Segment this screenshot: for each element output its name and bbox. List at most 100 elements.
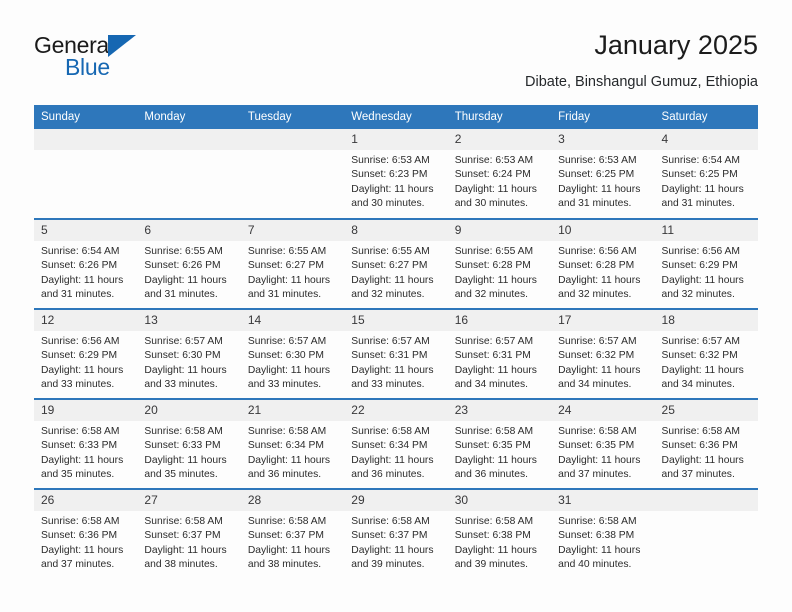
- day-details: Sunrise: 6:55 AM Sunset: 6:27 PM Daylight:…: [241, 241, 344, 302]
- calendar-day-cell[interactable]: 6 Sunrise: 6:55 AM Sunset: 6:26 PM Daylight…: [137, 218, 241, 309]
- calendar-day-cell[interactable]: 3 Sunrise: 6:53 AM Sunset: 6:25 PM Daylight…: [551, 129, 655, 219]
- calendar-day-cell[interactable]: 1 Sunrise: 6:53 AM Sunset: 6:23 PM Daylight…: [344, 129, 448, 219]
- calendar-day-cell[interactable]: 9 Sunrise: 6:55 AM Sunset: 6:28 PM Daylight…: [447, 218, 552, 309]
- day-number: 28: [240, 490, 345, 511]
- day-details: Sunrise: 6:58 AM Sunset: 6:38 PM Daylight:…: [551, 511, 654, 572]
- calendar-day-cell[interactable]: 10 Sunrise: 6:56 AM Sunset: 6:28 PM Dayligh…: [551, 218, 655, 309]
- calendar-day-cell[interactable]: 8 Sunrise: 6:55 AM Sunset: 6:27 PM Daylight…: [344, 218, 448, 309]
- sunset-text: Sunset: 6:36 PM: [661, 440, 738, 452]
- day-number: 10: [551, 220, 655, 241]
- calendar-day-cell[interactable]: 13 Sunrise: 6:57 AM Sunset: 6:30 PM Dayligh…: [137, 308, 241, 399]
- sunset-text: Sunset: 6:26 PM: [144, 260, 221, 272]
- daylight-text: Daylight: 11 hours and 34 minutes.: [558, 364, 641, 390]
- calendar-day-cell[interactable]: 24 Sunrise: 6:58 AM Sunset: 6:35 PM Dayligh…: [551, 398, 655, 489]
- sunset-text: Sunset: 6:25 PM: [558, 169, 635, 181]
- day-details: Sunrise: 6:58 AM Sunset: 6:36 PM Daylight:…: [34, 511, 137, 572]
- calendar-day-cell[interactable]: 7 Sunrise: 6:55 AM Sunset: 6:27 PM Daylight…: [240, 218, 345, 309]
- day-number: 7: [240, 220, 345, 241]
- day-details: Sunrise: 6:57 AM Sunset: 6:30 PM Daylight:…: [137, 331, 240, 392]
- calendar-day-cell-empty: [34, 129, 138, 219]
- daylight-text: Daylight: 11 hours and 31 minutes.: [144, 274, 227, 300]
- sunset-text: Sunset: 6:26 PM: [41, 260, 118, 272]
- calendar-day-cell[interactable]: 18 Sunrise: 6:57 AM Sunset: 6:32 PM Dayligh…: [654, 308, 758, 399]
- calendar-day-cell[interactable]: 5 Sunrise: 6:54 AM Sunset: 6:26 PM Daylight…: [34, 218, 138, 309]
- daylight-text: Daylight: 11 hours and 32 minutes.: [454, 274, 537, 300]
- sunrise-text: Sunrise: 6:55 AM: [144, 246, 223, 257]
- sunset-text: Sunset: 6:30 PM: [247, 350, 324, 362]
- day-number: [34, 129, 138, 150]
- sunset-text: Sunset: 6:35 PM: [558, 440, 635, 452]
- calendar-day-cell[interactable]: 27 Sunrise: 6:58 AM Sunset: 6:37 PM Dayligh…: [137, 488, 241, 579]
- general-blue-logo[interactable]: General Blue: [34, 32, 164, 84]
- day-number: 29: [344, 490, 448, 511]
- calendar-day-cell[interactable]: 15 Sunrise: 6:57 AM Sunset: 6:31 PM Dayligh…: [344, 308, 448, 399]
- calendar-day-cell[interactable]: 12 Sunrise: 6:56 AM Sunset: 6:29 PM Dayligh…: [34, 308, 138, 399]
- daylight-text: Daylight: 11 hours and 32 minutes.: [661, 274, 744, 300]
- calendar-day-cell[interactable]: 14 Sunrise: 6:57 AM Sunset: 6:30 PM Dayligh…: [240, 308, 345, 399]
- day-details: Sunrise: 6:57 AM Sunset: 6:30 PM Daylight:…: [241, 331, 344, 392]
- sunrise-text: Sunrise: 6:58 AM: [454, 516, 534, 527]
- sunrise-text: Sunrise: 6:58 AM: [144, 426, 223, 437]
- calendar-day-cell[interactable]: 19 Sunrise: 6:58 AM Sunset: 6:33 PM Dayligh…: [34, 398, 138, 489]
- sunset-text: Sunset: 6:32 PM: [558, 350, 635, 362]
- day-number: 12: [34, 310, 138, 331]
- sunrise-text: Sunrise: 6:54 AM: [41, 246, 120, 257]
- calendar-day-cell[interactable]: 21 Sunrise: 6:58 AM Sunset: 6:34 PM Dayligh…: [240, 398, 345, 489]
- calendar-day-cell[interactable]: 17 Sunrise: 6:57 AM Sunset: 6:32 PM Dayligh…: [551, 308, 655, 399]
- calendar-day-cell[interactable]: 2 Sunrise: 6:53 AM Sunset: 6:24 PM Daylight…: [447, 129, 552, 219]
- sunrise-text: Sunrise: 6:55 AM: [247, 246, 327, 257]
- calendar-day-cell[interactable]: 22 Sunrise: 6:58 AM Sunset: 6:34 PM Dayligh…: [344, 398, 448, 489]
- calendar-day-cell[interactable]: 20 Sunrise: 6:58 AM Sunset: 6:33 PM Dayligh…: [137, 398, 241, 489]
- calendar-page: General Blue January 2025 Dibate, Binsha…: [0, 0, 792, 612]
- day-details: Sunrise: 6:58 AM Sunset: 6:37 PM Daylight:…: [241, 511, 344, 572]
- sunset-text: Sunset: 6:35 PM: [454, 440, 531, 452]
- sunrise-text: Sunrise: 6:58 AM: [144, 516, 223, 527]
- sunset-text: Sunset: 6:28 PM: [558, 260, 635, 272]
- day-details: Sunrise: 6:53 AM Sunset: 6:25 PM Daylight:…: [551, 150, 654, 211]
- daylight-text: Daylight: 11 hours and 31 minutes.: [558, 183, 641, 209]
- weekday-header-thursday: Thursday: [447, 105, 552, 129]
- daylight-text: Daylight: 11 hours and 30 minutes.: [454, 183, 537, 209]
- sunset-text: Sunset: 6:29 PM: [41, 350, 118, 362]
- page-title: January 2025: [594, 30, 758, 60]
- calendar-body: 1 Sunrise: 6:53 AM Sunset: 6:23 PM Daylight…: [34, 129, 758, 579]
- calendar-day-cell[interactable]: 26 Sunrise: 6:58 AM Sunset: 6:36 PM Dayligh…: [34, 488, 138, 579]
- calendar-day-cell[interactable]: 4 Sunrise: 6:54 AM Sunset: 6:25 PM Daylight…: [654, 129, 758, 219]
- day-number: 25: [654, 400, 758, 421]
- day-details: Sunrise: 6:57 AM Sunset: 6:32 PM Daylight:…: [655, 331, 758, 392]
- sunset-text: Sunset: 6:31 PM: [351, 350, 428, 362]
- daylight-text: Daylight: 11 hours and 34 minutes.: [454, 364, 537, 390]
- sunrise-text: Sunrise: 6:54 AM: [661, 155, 740, 166]
- calendar-day-cell[interactable]: 28 Sunrise: 6:58 AM Sunset: 6:37 PM Dayligh…: [240, 488, 345, 579]
- daylight-text: Daylight: 11 hours and 33 minutes.: [41, 364, 124, 390]
- day-details: Sunrise: 6:58 AM Sunset: 6:34 PM Daylight:…: [344, 421, 447, 482]
- sunset-text: Sunset: 6:24 PM: [454, 169, 531, 181]
- weekday-header-sunday: Sunday: [34, 105, 138, 129]
- day-details: Sunrise: 6:57 AM Sunset: 6:31 PM Daylight:…: [448, 331, 551, 392]
- sunset-text: Sunset: 6:23 PM: [351, 169, 428, 181]
- sunset-text: Sunset: 6:37 PM: [247, 530, 324, 542]
- day-details: Sunrise: 6:58 AM Sunset: 6:37 PM Daylight:…: [137, 511, 240, 572]
- sunrise-text: Sunrise: 6:55 AM: [454, 246, 534, 257]
- calendar-day-cell[interactable]: 25 Sunrise: 6:58 AM Sunset: 6:36 PM Dayligh…: [654, 398, 758, 489]
- calendar-day-cell[interactable]: 16 Sunrise: 6:57 AM Sunset: 6:31 PM Dayligh…: [447, 308, 552, 399]
- daylight-text: Daylight: 11 hours and 39 minutes.: [454, 544, 537, 570]
- calendar-day-cell[interactable]: 29 Sunrise: 6:58 AM Sunset: 6:37 PM Dayligh…: [344, 488, 448, 579]
- calendar-day-cell[interactable]: 23 Sunrise: 6:58 AM Sunset: 6:35 PM Dayligh…: [447, 398, 552, 489]
- day-details: Sunrise: 6:58 AM Sunset: 6:35 PM Daylight:…: [448, 421, 551, 482]
- day-details: Sunrise: 6:57 AM Sunset: 6:32 PM Daylight:…: [551, 331, 654, 392]
- logo-text-blue: Blue: [65, 54, 110, 80]
- sunset-text: Sunset: 6:33 PM: [144, 440, 221, 452]
- calendar-day-cell[interactable]: 11 Sunrise: 6:56 AM Sunset: 6:29 PM Dayligh…: [654, 218, 758, 309]
- day-number: 11: [654, 220, 758, 241]
- weekday-header-monday: Monday: [137, 105, 241, 129]
- weekday-header-friday: Friday: [551, 105, 655, 129]
- calendar-day-cell[interactable]: 31 Sunrise: 6:58 AM Sunset: 6:38 PM Dayligh…: [551, 488, 655, 579]
- sunset-text: Sunset: 6:38 PM: [454, 530, 531, 542]
- weekday-header-saturday: Saturday: [654, 105, 758, 129]
- sunrise-text: Sunrise: 6:57 AM: [454, 336, 534, 347]
- sunset-text: Sunset: 6:37 PM: [144, 530, 221, 542]
- sunset-text: Sunset: 6:28 PM: [454, 260, 531, 272]
- calendar-day-cell[interactable]: 30 Sunrise: 6:58 AM Sunset: 6:38 PM Dayligh…: [447, 488, 552, 579]
- day-number: 19: [34, 400, 138, 421]
